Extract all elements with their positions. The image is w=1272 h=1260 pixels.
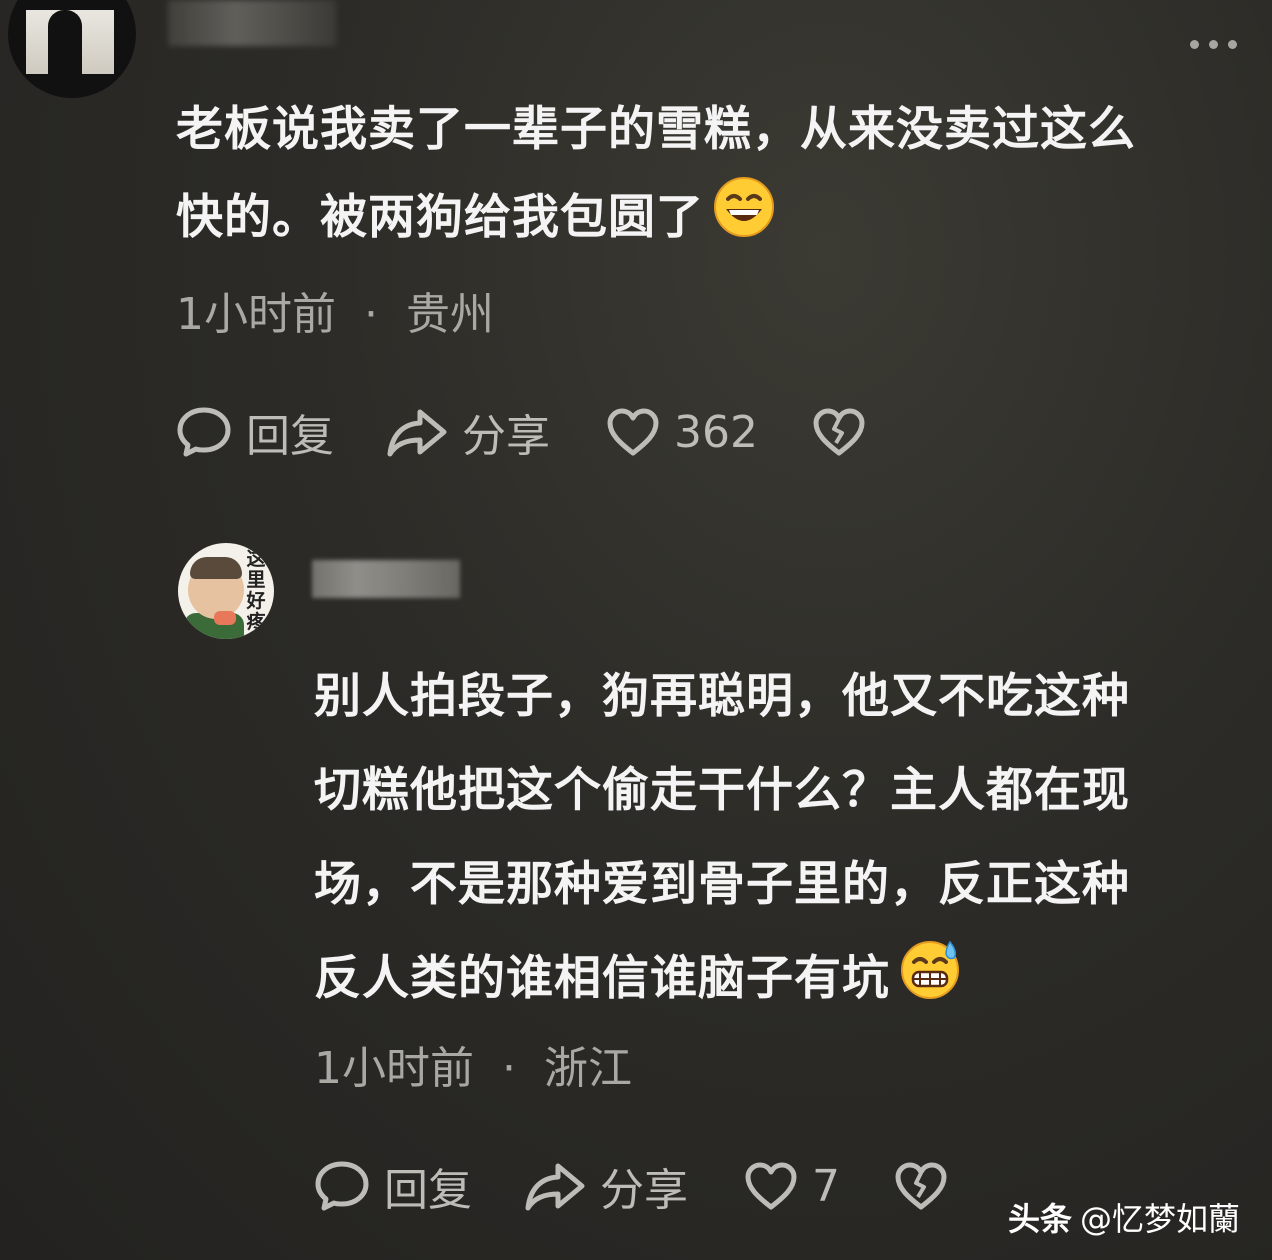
comment-actions: 回复 分享 362: [176, 404, 866, 462]
heart-icon: [606, 407, 660, 457]
avatar-sticker-text: 这里好疼: [246, 548, 266, 633]
avatar-hair: [190, 557, 242, 579]
grinning-sweat-emoji-icon: [898, 936, 962, 1032]
share-button[interactable]: 分享: [386, 400, 550, 464]
watermark: 头条 @忆梦如蘭: [1008, 1194, 1240, 1240]
share-button[interactable]: 分享: [524, 1154, 688, 1218]
reply-time: 1小时前: [314, 1043, 474, 1094]
like-count: 7: [812, 1160, 840, 1212]
comment-meta: 1小时前 · 贵州: [176, 278, 494, 342]
like-button[interactable]: 362: [606, 407, 758, 458]
reply-actions: 回复 分享 7: [314, 1158, 948, 1216]
watermark-handle: @忆梦如蘭: [1080, 1200, 1241, 1238]
comment-bubble-icon: [176, 404, 232, 460]
reply-text-line: 反人类的谁相信谁脑子有坑: [314, 932, 1244, 1032]
comment-text-line: 快的。被两狗给我包圆了: [176, 174, 1256, 268]
share-arrow-icon: [524, 1160, 586, 1212]
more-options-icon[interactable]: [1190, 34, 1250, 54]
reply-text-line: 场，不是那种爱到骨子里的，反正这种: [314, 857, 1130, 912]
grinning-face-emoji-icon: [712, 175, 776, 268]
comment-time: 1小时前: [176, 289, 336, 340]
commenter-avatar[interactable]: [8, 0, 136, 98]
like-button[interactable]: 7: [744, 1161, 840, 1212]
comment-text-line2: 快的。被两狗给我包圆了: [176, 190, 704, 245]
watermark-brand: 头条: [1008, 1200, 1073, 1238]
heart-icon: [744, 1161, 798, 1211]
reply-text: 别人拍段子，狗再聪明，他又不吃这种 切糕他把这个偷走干什么？主人都在现 场，不是…: [314, 650, 1244, 1032]
share-label: 分享: [462, 411, 550, 462]
reply-label: 回复: [384, 1165, 472, 1216]
like-count: 362: [674, 406, 758, 458]
comment-location: 贵州: [406, 289, 494, 340]
broken-heart-icon: [894, 1161, 948, 1211]
comment-bubble-icon: [314, 1158, 370, 1214]
avatar-hand: [214, 611, 236, 625]
reply-text-line: 别人拍段子，狗再聪明，他又不吃这种: [314, 669, 1130, 724]
meta-separator: ·: [364, 289, 378, 340]
meta-separator: ·: [502, 1043, 516, 1094]
dislike-button[interactable]: [812, 407, 866, 457]
reply-meta: 1小时前 · 浙江: [314, 1032, 632, 1096]
avatar-silhouette: [48, 10, 82, 98]
reply-text-line: 切糕他把这个偷走干什么？主人都在现: [314, 763, 1130, 818]
dislike-button[interactable]: [894, 1161, 948, 1211]
reply-button[interactable]: 回复: [176, 400, 334, 464]
reply-text-line4: 反人类的谁相信谁脑子有坑: [314, 951, 890, 1006]
reply-button[interactable]: 回复: [314, 1154, 472, 1218]
share-label: 分享: [600, 1165, 688, 1216]
comment-text: 老板说我卖了一辈子的雪糕，从来没卖过这么 快的。被两狗给我包圆了: [176, 86, 1256, 268]
reply-label: 回复: [246, 411, 334, 462]
reply-location: 浙江: [544, 1043, 632, 1094]
comment-text-line: 老板说我卖了一辈子的雪糕，从来没卖过这么: [176, 102, 1136, 157]
share-arrow-icon: [386, 406, 448, 458]
broken-heart-icon: [812, 407, 866, 457]
commenter-name-blurred: [168, 0, 336, 46]
replier-name-blurred: [312, 560, 460, 598]
replier-avatar[interactable]: 这里好疼: [178, 543, 274, 639]
